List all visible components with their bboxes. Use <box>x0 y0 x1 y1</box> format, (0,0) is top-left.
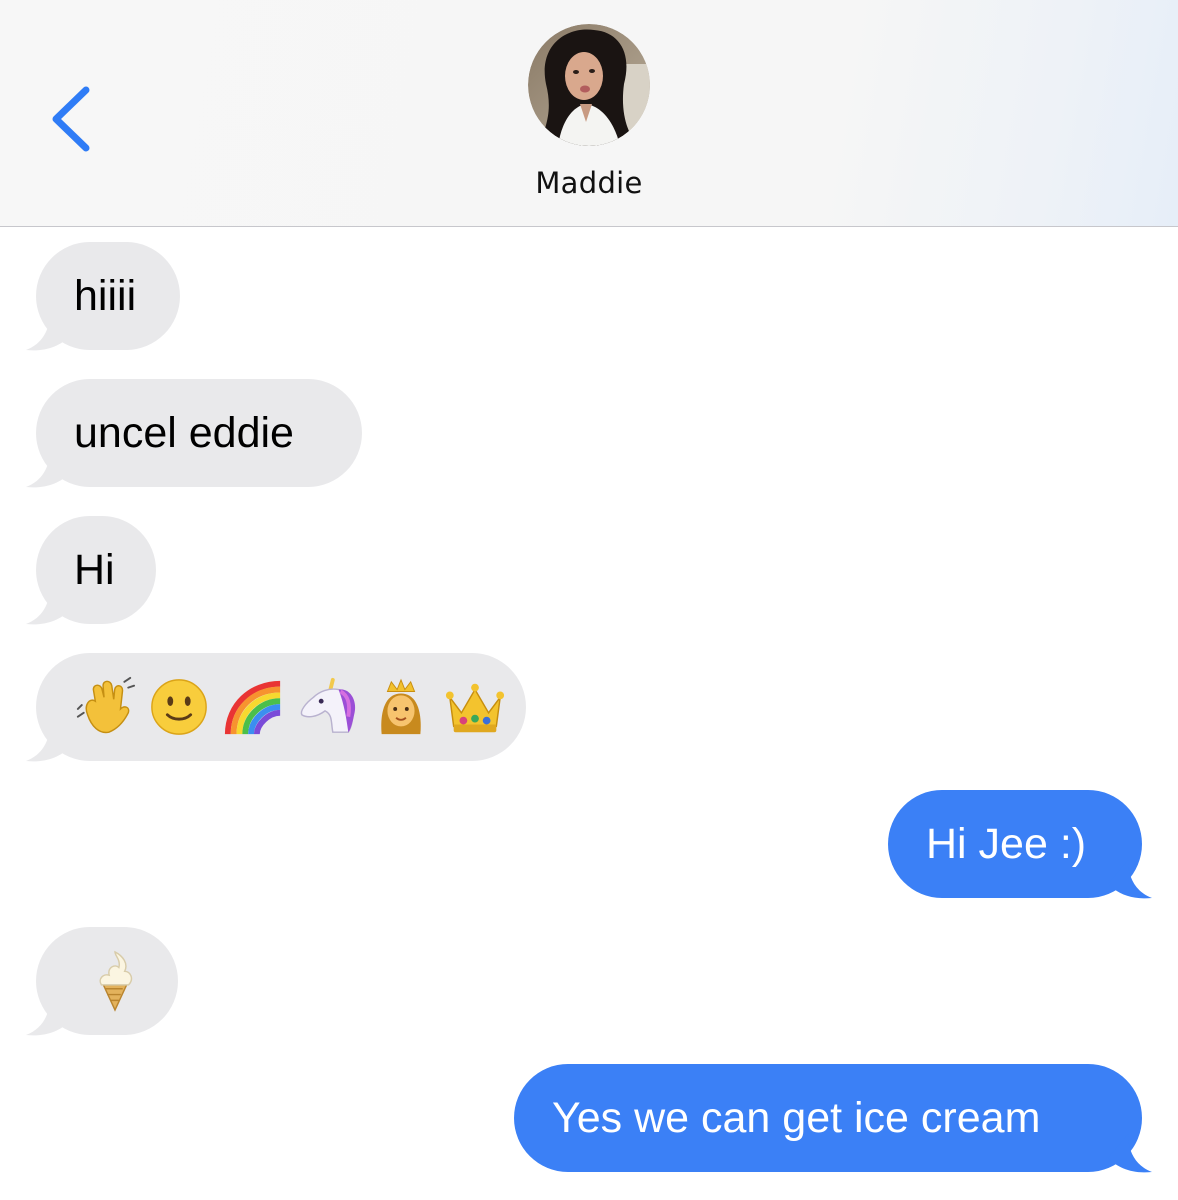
incoming-message-bubble[interactable]: uncel eddie <box>26 379 362 488</box>
back-button[interactable] <box>40 78 100 158</box>
rainbow-emoji <box>224 680 281 735</box>
outgoing-message-bubble[interactable]: Hi Jee :) <box>888 790 1152 899</box>
message-text: Hi Jee :) <box>926 819 1087 868</box>
incoming-message-bubble[interactable]: Hi <box>26 516 156 625</box>
message-text: Yes we can get ice cream <box>552 1093 1041 1142</box>
bubble-tail <box>1108 1134 1152 1173</box>
chevron-left-icon <box>52 86 90 152</box>
conversation-header: Maddie <box>0 0 1178 227</box>
emoji-row <box>74 676 506 738</box>
bubble-tail <box>1108 860 1152 899</box>
waving-hand-emoji <box>76 676 136 734</box>
contact-avatar[interactable] <box>528 24 650 146</box>
avatar-photo <box>528 24 650 146</box>
princess-emoji <box>381 678 421 735</box>
message-text: uncel eddie <box>74 408 294 457</box>
bubble-tail <box>26 586 70 625</box>
message-text: hiiii <box>74 271 137 320</box>
message-text: Hi <box>74 545 115 594</box>
bubble-tail <box>26 723 70 762</box>
crown-emoji <box>445 683 505 733</box>
bubble-tail <box>26 449 70 488</box>
incoming-emoji-bubble[interactable] <box>26 927 178 1036</box>
unicorn-emoji <box>300 677 356 733</box>
outgoing-message-bubble[interactable]: Yes we can get ice cream <box>514 1064 1152 1173</box>
bubble-tail <box>26 997 70 1036</box>
incoming-emoji-bubble[interactable] <box>26 653 526 762</box>
soft-ice-cream-emoji <box>99 950 133 1012</box>
bubble-tail <box>26 312 70 351</box>
incoming-message-bubble[interactable]: hiiii <box>26 242 180 351</box>
slightly-smiling-face-emoji <box>151 679 207 735</box>
contact-name[interactable]: Maddie <box>0 166 1178 200</box>
